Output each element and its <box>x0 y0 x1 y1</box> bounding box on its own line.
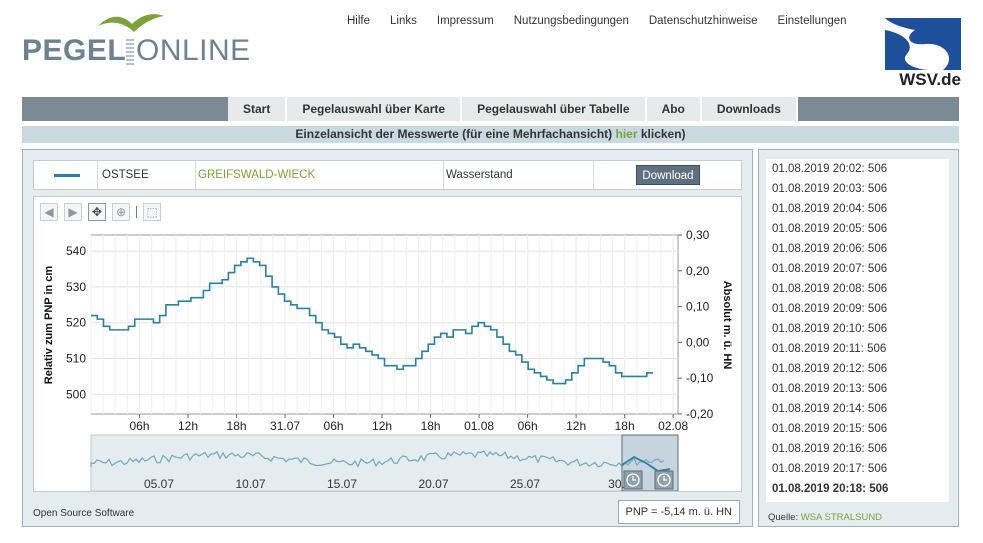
y2-tick-label: 0,20 <box>686 264 710 278</box>
tab-abo[interactable]: Abo <box>646 97 702 121</box>
overview-handle-left-icon[interactable] <box>623 470 643 490</box>
y-tick-label: 520 <box>66 316 86 330</box>
nav-links[interactable]: Links <box>390 15 417 27</box>
readings-list: 01.08.2019 20:02: 506 01.08.2019 20:03: 5… <box>766 159 949 502</box>
pegelonline-logo[interactable]: PEGEL ONLINE <box>22 8 262 72</box>
nav-impressum[interactable]: Impressum <box>437 15 494 27</box>
tab-pegelauswahl-tabelle[interactable]: Pegelauswahl über Tabelle <box>462 97 647 121</box>
overview-tick-label: 10.07 <box>235 477 265 491</box>
reading-item: 01.08.2019 20:11: 506 <box>772 343 887 355</box>
y2-tick-label: 0,00 <box>686 335 710 349</box>
reading-item: 01.08.2019 20:18: 506 <box>772 483 889 495</box>
reading-item: 01.08.2019 20:17: 506 <box>772 463 888 475</box>
tab-pegelauswahl-karte[interactable]: Pegelauswahl über Karte <box>287 97 463 121</box>
y-axis-title: Relativ zum PNP in cm <box>43 266 55 385</box>
overview-handle-right-icon[interactable] <box>654 470 674 490</box>
x-tick-label: 02.08 <box>658 419 688 433</box>
view-banner: Einzelansicht der Messwerte (für eine Me… <box>22 126 959 143</box>
logo-pegel-text: PEGEL <box>22 34 127 67</box>
y2-tick-label: 0,10 <box>686 300 710 314</box>
reading-item: 01.08.2019 20:07: 506 <box>772 263 888 275</box>
source-label: Quelle: <box>768 512 801 523</box>
x-tick-label: 01.08 <box>464 419 494 433</box>
pnp-info: PNP = -5,14 m. ü. HN <box>617 500 740 524</box>
station-info-row: OSTSEE GREIFSWALD-WIECK Wasserstand Down… <box>33 160 742 190</box>
reading-item: 01.08.2019 20:04: 506 <box>772 203 888 215</box>
water-name: OSTSEE <box>98 161 196 189</box>
reading-item: 01.08.2019 20:13: 506 <box>772 383 888 395</box>
nav-nutzungsbedingungen[interactable]: Nutzungsbedingungen <box>514 15 629 27</box>
source-info: Quelle: WSA STRALSUND <box>768 512 882 523</box>
top-navigation: Hilfe Links Impressum Nutzungsbedingunge… <box>347 15 867 27</box>
y2-tick-label: 0,30 <box>686 228 710 242</box>
y2-axis-title: Absolut m. ü. HN <box>721 281 733 370</box>
reading-item: 01.08.2019 20:15: 506 <box>772 423 888 435</box>
overview-tick-label: 15.07 <box>327 477 357 491</box>
source-link[interactable]: WSA STRALSUND <box>801 512 882 523</box>
reading-item: 01.08.2019 20:14: 506 <box>772 403 888 415</box>
overview-tick-label: 05.07 <box>144 477 174 491</box>
banner-text-before: Einzelansicht der Messwerte (für eine Me… <box>295 127 616 141</box>
x-tick-label: 31.07 <box>270 419 300 433</box>
banner-text-after: klicken) <box>637 127 686 141</box>
y2-tick-label: -0,10 <box>686 371 714 385</box>
legend-line <box>54 174 80 177</box>
x-tick-label: 12h <box>178 419 198 433</box>
water-level-chart[interactable]: 500 510 520 530 540 0,30 0,20 0,10 0,00 -0,10 -0,… <box>34 197 741 491</box>
nav-einstellungen[interactable]: Einstellungen <box>778 15 847 27</box>
station-name-link[interactable]: GREIFSWALD-WIECK <box>196 161 444 189</box>
y2-tick-label: -0,20 <box>686 407 714 421</box>
parameter-name: Wasserstand <box>444 161 594 189</box>
x-tick-label: 18h <box>227 419 247 433</box>
overview-navigator[interactable]: 05.07 10.07 15.07 20.07 25.07 30. <box>90 434 679 491</box>
reading-item: 01.08.2019 20:03: 506 <box>772 183 888 195</box>
download-button[interactable]: Download <box>636 165 700 185</box>
y-tick-label: 540 <box>66 244 86 258</box>
x-tick-label: 06h <box>518 419 538 433</box>
reading-item: 01.08.2019 20:05: 506 <box>772 223 888 235</box>
reading-item: 01.08.2019 20:02: 506 <box>772 163 888 175</box>
plot-area <box>90 234 679 415</box>
reading-item: 01.08.2019 20:06: 506 <box>772 243 888 255</box>
main-navigation: Start Pegelauswahl über Karte Pegelauswa… <box>22 97 959 121</box>
tab-downloads[interactable]: Downloads <box>701 97 798 121</box>
x-tick-label: 06h <box>324 419 344 433</box>
wsv-emblem-icon <box>885 18 961 70</box>
reading-item: 01.08.2019 20:12: 506 <box>772 363 888 375</box>
open-source-link[interactable]: Open Source Software <box>33 508 134 519</box>
tab-start[interactable]: Start <box>228 97 288 121</box>
reading-item: 01.08.2019 20:08: 506 <box>772 283 888 295</box>
overview-tick-label: 30. <box>608 477 625 491</box>
reading-item: 01.08.2019 20:16: 506 <box>772 443 888 455</box>
y-tick-label: 510 <box>66 352 86 366</box>
banner-hier-link[interactable]: hier <box>616 127 638 141</box>
nav-datenschutzhinweise[interactable]: Datenschutzhinweise <box>649 15 758 27</box>
wsv-logo[interactable]: WSV.de <box>885 18 961 90</box>
overview-tick-label: 20.07 <box>418 477 448 491</box>
logo-online-text: ONLINE <box>136 34 251 67</box>
nav-hilfe[interactable]: Hilfe <box>347 15 370 27</box>
reading-item: 01.08.2019 20:10: 506 <box>772 323 888 335</box>
y-tick-label: 530 <box>66 280 86 294</box>
x-tick-label: 18h <box>615 419 635 433</box>
overview-tick-label: 25.07 <box>510 477 540 491</box>
x-tick-label: 18h <box>421 419 441 433</box>
x-tick-label: 12h <box>372 419 392 433</box>
chart-container: ◀ ▶ ✥ ⊕ ⬚ 500 510 520 530 540 0,30 0,20 0,10 0,… <box>33 196 742 492</box>
wsv-link-text: WSV.de <box>899 70 961 89</box>
chart-panel: OSTSEE GREIFSWALD-WIECK Wasserstand Down… <box>22 149 753 527</box>
legend-cell <box>34 161 98 189</box>
wave-icon <box>126 39 134 65</box>
reading-item: 01.08.2019 20:09: 506 <box>772 303 888 315</box>
x-tick-label: 06h <box>129 419 149 433</box>
y-tick-label: 500 <box>66 387 86 401</box>
readings-panel: 01.08.2019 20:02: 506 01.08.2019 20:03: 5… <box>758 149 959 527</box>
x-tick-label: 12h <box>566 419 586 433</box>
